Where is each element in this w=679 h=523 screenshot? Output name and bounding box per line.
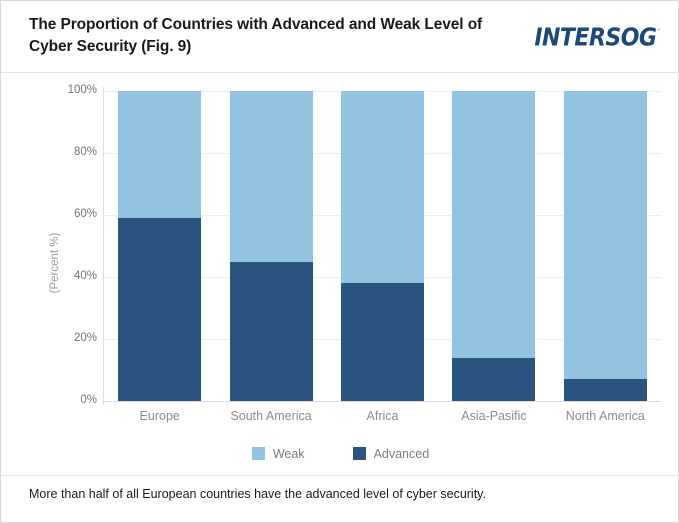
logo-text: INTERSOG [534, 24, 657, 52]
chart-page: The Proportion of Countries with Advance… [0, 0, 679, 523]
caption-divider [1, 475, 678, 476]
bar-series-container [104, 91, 661, 401]
x-axis-label: South America [230, 409, 312, 423]
intersog-logo: INTERSOG´ [534, 24, 660, 52]
y-tick-label: 80% [73, 146, 97, 158]
gridline [104, 401, 661, 402]
bar-segment-advanced[interactable] [563, 379, 647, 401]
bar-group[interactable] [118, 91, 202, 401]
legend-swatch [251, 447, 265, 460]
bar-segment-weak[interactable] [563, 91, 647, 380]
y-axis-ticks: 0% 20% 40% 60% 80% 100% [37, 84, 97, 405]
bar-segment-advanced[interactable] [341, 283, 424, 401]
y-tick-label: 40% [73, 270, 97, 282]
chart-area: (Percent %) 0% 20% 40% 60% 80% 100% Europe Sou… [1, 73, 678, 475]
x-axis-labels: Europe South America Africa Asia-Pasific Nor… [104, 409, 661, 431]
legend-label: Weak [272, 447, 305, 461]
bar-segment-advanced[interactable] [452, 357, 536, 401]
x-axis-label: Europe [139, 409, 180, 423]
x-axis-label: Asia-Pasific [461, 409, 527, 423]
y-tick-label: 20% [73, 332, 97, 344]
chart-legend: Weak Advanced [1, 447, 678, 461]
bar-segment-advanced[interactable] [118, 218, 202, 401]
bar-segment-weak[interactable] [452, 91, 536, 358]
legend-item[interactable]: Advanced [352, 447, 430, 461]
y-tick-label: 60% [73, 208, 97, 220]
bar-group[interactable] [229, 91, 313, 401]
bar-segment-weak[interactable] [229, 91, 313, 262]
legend-swatch [352, 447, 366, 460]
bar-segment-weak[interactable] [341, 91, 424, 284]
chart-caption: More than half of all European countries… [29, 487, 486, 501]
bar-group[interactable] [341, 91, 424, 401]
header: The Proportion of Countries with Advance… [1, 1, 678, 73]
bar-group[interactable] [452, 91, 536, 401]
legend-label: Advanced [373, 447, 430, 461]
y-tick-label: 0% [80, 394, 97, 406]
logo-trademark: ´ [656, 28, 661, 39]
legend-item[interactable]: Weak [251, 447, 305, 461]
bar-group[interactable] [563, 91, 647, 401]
y-tick-label: 100% [67, 84, 97, 96]
bar-segment-advanced[interactable] [229, 261, 313, 401]
page-title: The Proportion of Countries with Advance… [29, 16, 483, 55]
x-axis-label: North America [565, 409, 645, 423]
x-axis-label: Africa [366, 409, 399, 423]
bar-segment-weak[interactable] [118, 91, 202, 219]
